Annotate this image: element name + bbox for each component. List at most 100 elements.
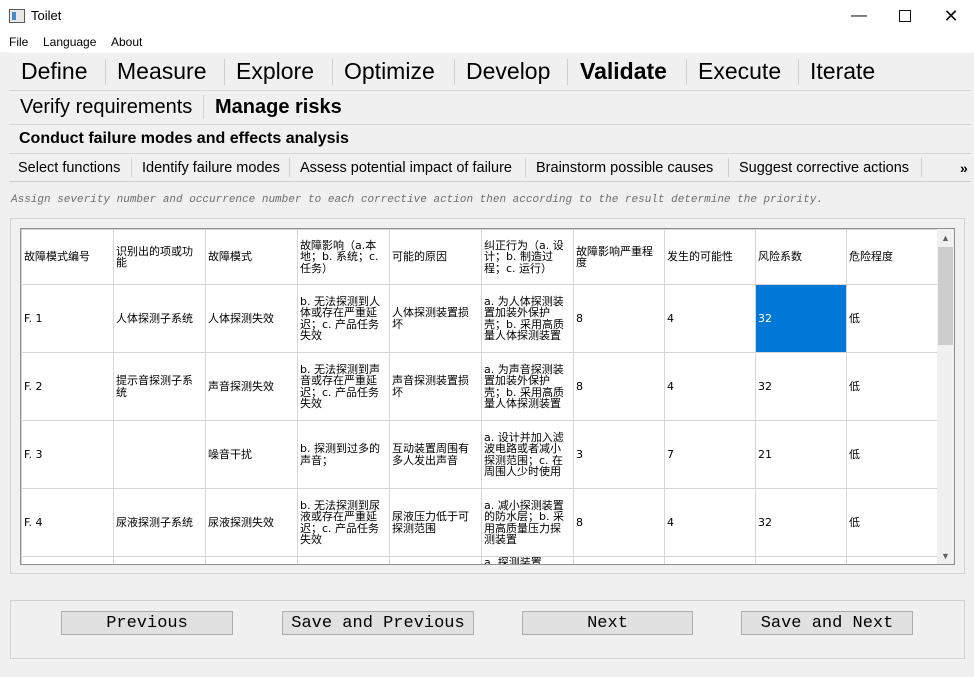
step-brainstorm-causes[interactable]: Brainstorm possible causes xyxy=(536,154,713,181)
menu-file[interactable]: File xyxy=(9,35,28,49)
tab-explore[interactable]: Explore xyxy=(236,53,314,90)
cell-danger-level[interactable]: 低 xyxy=(846,352,938,421)
header-danger-level[interactable]: 危险程度 xyxy=(846,229,938,285)
cell-failure-effect[interactable]: b. 探测到过多的声音； xyxy=(297,420,390,489)
tab-define[interactable]: Define xyxy=(21,53,87,90)
save-and-next-button[interactable]: Save and Next xyxy=(741,611,913,635)
app-icon xyxy=(9,9,25,23)
phase-tabs: Define Measure Explore Optimize Develop … xyxy=(9,52,971,91)
tab-verify-requirements[interactable]: Verify requirements xyxy=(20,90,192,124)
menu-about[interactable]: About xyxy=(111,35,142,49)
cell-failure-mode-id[interactable] xyxy=(21,556,114,564)
header-corrective-action[interactable]: 纠正行为（a. 设计；b. 制造过程；c. 运行） xyxy=(481,229,574,285)
cell-occurrence[interactable]: 7 xyxy=(664,420,756,489)
cell-occurrence[interactable] xyxy=(664,556,756,564)
cell-item-function[interactable]: 提示音探测子系统 xyxy=(113,352,206,421)
cell-occurrence[interactable]: 4 xyxy=(664,352,756,421)
cell-corrective-action[interactable]: a. 设计并加入滤波电路或者减小探测范围；c. 在周围人少时使用 xyxy=(481,420,574,489)
step-tabs: Select functions Identify failure modes … xyxy=(9,154,971,182)
fmea-table-view[interactable]: 故障模式编号 识别出的项或功能 故障模式 故障影响（a.本地；b. 系统；c. … xyxy=(20,228,955,565)
fmea-table: 故障模式编号 识别出的项或功能 故障模式 故障影响（a.本地；b. 系统；c. … xyxy=(21,229,938,564)
vertical-scrollbar[interactable]: ▲ ▼ xyxy=(937,229,954,564)
cell-occurrence[interactable]: 4 xyxy=(664,488,756,557)
overflow-chevron-icon[interactable]: » xyxy=(960,154,968,181)
cell-failure-mode[interactable]: 尿液探测失效 xyxy=(205,488,298,557)
cell-corrective-action[interactable]: a. 探测装置 xyxy=(481,556,574,564)
cell-item-function[interactable]: 尿液探测子系统 xyxy=(113,488,206,557)
tab-iterate[interactable]: Iterate xyxy=(810,53,875,90)
cell-failure-effect[interactable]: b. 无法探测到声音或存在严重延迟；c. 产品任务失效 xyxy=(297,352,390,421)
maximize-button[interactable] xyxy=(882,0,928,32)
next-button[interactable]: Next xyxy=(522,611,693,635)
previous-button[interactable]: Previous xyxy=(61,611,233,635)
scroll-down-icon[interactable]: ▼ xyxy=(937,547,954,564)
cell-failure-effect[interactable]: b. 无法探测到人体或存在严重延迟；c. 产品任务失效 xyxy=(297,284,390,353)
cell-failure-mode-id[interactable]: F. 3 xyxy=(21,420,114,489)
header-item-function[interactable]: 识别出的项或功能 xyxy=(113,229,206,285)
cell-failure-mode-id[interactable]: F. 1 xyxy=(21,284,114,353)
tab-develop[interactable]: Develop xyxy=(466,53,550,90)
table-row: a. 探测装置 xyxy=(21,556,938,564)
tab-measure[interactable]: Measure xyxy=(117,53,206,90)
header-risk-factor[interactable]: 风险系数 xyxy=(755,229,847,285)
cell-danger-level[interactable]: 低 xyxy=(846,488,938,557)
tab-validate[interactable]: Validate xyxy=(580,53,667,90)
cell-failure-mode[interactable]: 人体探测失效 xyxy=(205,284,298,353)
header-severity[interactable]: 故障影响严重程度 xyxy=(573,229,665,285)
cell-risk-factor[interactable]: 32 xyxy=(755,284,847,353)
scroll-up-icon[interactable]: ▲ xyxy=(937,229,954,246)
header-occurrence[interactable]: 发生的可能性 xyxy=(664,229,756,285)
cell-possible-cause[interactable] xyxy=(389,556,482,564)
maximize-icon xyxy=(899,10,911,22)
instruction-text: Assign severity number and occurrence nu… xyxy=(11,194,823,206)
cell-possible-cause[interactable]: 互动装置周围有多人发出声音 xyxy=(389,420,482,489)
cell-failure-mode[interactable] xyxy=(205,556,298,564)
cell-item-function[interactable] xyxy=(113,556,206,564)
cell-severity[interactable] xyxy=(573,556,665,564)
cell-risk-factor[interactable]: 32 xyxy=(755,488,847,557)
save-and-previous-button[interactable]: Save and Previous xyxy=(282,611,474,635)
cell-item-function[interactable] xyxy=(113,420,206,489)
step-select-functions[interactable]: Select functions xyxy=(18,154,120,181)
step-suggest-corrective-actions[interactable]: Suggest corrective actions xyxy=(739,154,909,181)
cell-risk-factor[interactable] xyxy=(755,556,847,564)
cell-danger-level[interactable]: 低 xyxy=(846,420,938,489)
tab-manage-risks[interactable]: Manage risks xyxy=(215,90,342,124)
cell-corrective-action[interactable]: a. 为人体探测装置加装外保护壳；b. 采用高质量人体探测装置 xyxy=(481,284,574,353)
cell-possible-cause[interactable]: 人体探测装置损坏 xyxy=(389,284,482,353)
header-failure-effect[interactable]: 故障影响（a.本地；b. 系统；c. 任务） xyxy=(297,229,390,285)
menu-bar: File Language About xyxy=(0,32,974,52)
cell-possible-cause[interactable]: 声音探测装置损坏 xyxy=(389,352,482,421)
cell-failure-mode[interactable]: 噪音干扰 xyxy=(205,420,298,489)
cell-risk-factor[interactable]: 21 xyxy=(755,420,847,489)
cell-failure-mode-id[interactable]: F. 4 xyxy=(21,488,114,557)
cell-possible-cause[interactable]: 尿液压力低于可探测范围 xyxy=(389,488,482,557)
table-row: F. 1 人体探测子系统 人体探测失效 b. 无法探测到人体或存在严重延迟；c. 产品… xyxy=(21,284,938,353)
cell-severity[interactable]: 8 xyxy=(573,284,665,353)
cell-danger-level[interactable]: 低 xyxy=(846,284,938,353)
cell-danger-level[interactable] xyxy=(846,556,938,564)
header-failure-mode-id[interactable]: 故障模式编号 xyxy=(21,229,114,285)
cell-item-function[interactable]: 人体探测子系统 xyxy=(113,284,206,353)
tab-execute[interactable]: Execute xyxy=(698,53,781,90)
header-possible-cause[interactable]: 可能的原因 xyxy=(389,229,482,285)
cell-failure-mode[interactable]: 声音探测失效 xyxy=(205,352,298,421)
cell-failure-effect[interactable]: b. 无法探测到尿液或存在严重延迟；c. 产品任务失效 xyxy=(297,488,390,557)
cell-risk-factor[interactable]: 32 xyxy=(755,352,847,421)
close-button[interactable]: ✕ xyxy=(928,0,974,32)
cell-corrective-action[interactable]: a. 减小探测装置的防水层；b. 采用高质量压力探测装置 xyxy=(481,488,574,557)
minimize-button[interactable]: — xyxy=(836,0,882,32)
cell-corrective-action[interactable]: a. 为声音探测装置加装外保护壳；b. 采用高质量人体探测装置 xyxy=(481,352,574,421)
scroll-thumb[interactable] xyxy=(938,247,953,345)
step-assess-impact[interactable]: Assess potential impact of failure xyxy=(300,154,512,181)
cell-failure-effect[interactable] xyxy=(297,556,390,564)
cell-severity[interactable]: 3 xyxy=(573,420,665,489)
cell-failure-mode-id[interactable]: F. 2 xyxy=(21,352,114,421)
cell-severity[interactable]: 8 xyxy=(573,352,665,421)
header-failure-mode[interactable]: 故障模式 xyxy=(205,229,298,285)
step-identify-failure-modes[interactable]: Identify failure modes xyxy=(142,154,280,181)
tab-optimize[interactable]: Optimize xyxy=(344,53,435,90)
cell-severity[interactable]: 8 xyxy=(573,488,665,557)
cell-occurrence[interactable]: 4 xyxy=(664,284,756,353)
menu-language[interactable]: Language xyxy=(43,35,96,49)
